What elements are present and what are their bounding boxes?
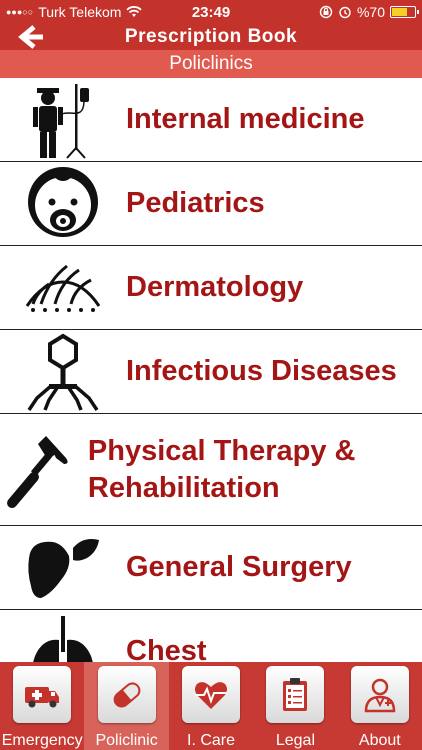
list-item-label: Pediatrics [126,187,265,219]
baby-icon [28,166,98,237]
list-item-label: Infectious Diseases [126,355,397,387]
status-bar: ●●●○○ Turk Telekom 23:49 %70 [0,0,422,24]
wifi-icon [126,6,143,17]
tab-about[interactable]: About [338,662,422,750]
list-item-physical-therapy[interactable]: Physical Therapy & Rehabilitation [0,414,422,526]
list-item-label: Chest [126,635,207,662]
tab-label: Emergency [1,732,83,749]
heart-monitor-icon [195,681,228,709]
list-item-label: Physical Therapy & Rehabilitation [87,434,356,504]
liver-icon [28,538,99,598]
tab-legal[interactable]: Legal [253,662,337,750]
doctor-icon [364,678,396,712]
tab-label: Policlinic [95,732,158,749]
skin-hair-icon [25,264,101,312]
tab-intensive-care[interactable]: I. Care [169,662,253,750]
signal-strength-icon: ●●●○○ [6,7,34,17]
tab-label: Legal [275,732,315,749]
tab-emergency[interactable]: Emergency [0,662,84,750]
reflex-hammer-icon [7,435,68,508]
policlinic-list: Internal medicine Pediatrics Dermatology… [0,78,422,662]
page-title: Prescription Book [124,26,298,47]
list-item-pediatrics[interactable]: Pediatrics [0,162,422,246]
list-item-chest[interactable]: Chest [0,610,422,662]
section-header: Policlinics [0,50,422,78]
back-arrow-icon[interactable] [14,25,44,49]
orientation-lock-icon [319,5,333,19]
virus-icon [27,333,99,411]
patient-iv-icon [33,83,89,159]
clipboard-icon [283,677,308,711]
ambulance-icon [25,686,60,707]
tab-label: About [358,732,401,749]
navigation-bar: Prescription Book [0,24,422,50]
lungs-icon [33,615,93,662]
list-item-internal-medicine[interactable]: Internal medicine [0,78,422,162]
tab-label: I. Care [187,732,236,749]
battery-icon [390,6,419,18]
tab-bar: Emergency Policlinic I. Care Legal About [0,662,422,750]
list-item-general-surgery[interactable]: General Surgery [0,526,422,610]
list-item-label: Dermatology [126,271,304,303]
battery-level-fill [392,8,408,16]
carrier-name: Turk Telekom [38,4,122,20]
battery-percent: %70 [356,4,385,20]
list-item-label: General Surgery [126,551,352,583]
pill-icon [113,680,142,707]
list-item-dermatology[interactable]: Dermatology [0,246,422,330]
tab-policlinic[interactable]: Policlinic [84,662,169,750]
section-title: Policlinics [169,53,253,74]
list-item-label: Internal medicine [126,103,365,135]
list-item-infectious-diseases[interactable]: Infectious Diseases [0,330,422,414]
alarm-icon [339,6,351,19]
